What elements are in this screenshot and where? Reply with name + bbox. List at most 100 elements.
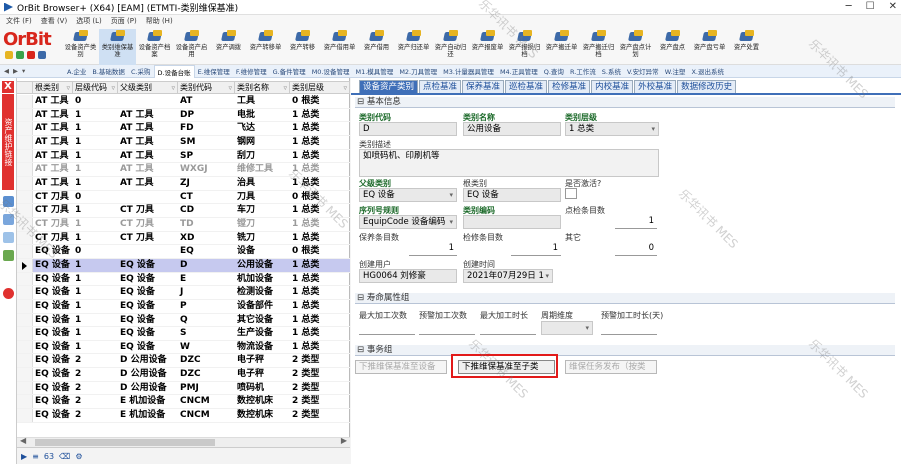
inspection-items-field[interactable]: 1 <box>511 242 561 256</box>
row-indicator[interactable] <box>17 299 33 313</box>
table-row[interactable]: EQ 设备 1 EQ 设备 P 设备部件 1 总类 <box>17 299 350 314</box>
category-level-select[interactable]: 1 总类 ▾ <box>565 122 659 136</box>
category-coding-field[interactable] <box>463 215 561 229</box>
description-field[interactable]: 如喷码机、印刷机等 <box>359 149 659 177</box>
toolbar-item-11[interactable]: 资产报废单 <box>469 29 506 65</box>
module-tab-9[interactable]: M2.刀具管理 <box>396 65 440 78</box>
filter-icon[interactable] <box>3 214 14 225</box>
horizontal-scrollbar[interactable]: ◀ ▶ <box>17 436 350 447</box>
toolbar-item-18[interactable]: 资产处置 <box>728 29 765 65</box>
module-tab-7[interactable]: M0.设备管理 <box>309 65 353 78</box>
group-basic-info[interactable]: ⊟ 基本信息 <box>355 97 895 108</box>
table-row[interactable]: AT 工具 1 AT 工具 SP 刮刀 1 总类 <box>17 149 350 164</box>
toolbar-item-7[interactable]: 资产借用单 <box>321 29 358 65</box>
export-icon[interactable] <box>3 232 14 243</box>
module-tab-1[interactable]: B.基础数据 <box>89 65 128 78</box>
toolbar-item-4[interactable]: 资产调拨 <box>210 29 247 65</box>
table-row[interactable]: AT 工具 0 AT 工具 0 根类 <box>17 95 350 109</box>
row-indicator[interactable] <box>17 135 33 149</box>
row-indicator[interactable] <box>17 122 33 135</box>
root-category-field[interactable]: EQ 设备 <box>463 188 561 202</box>
toolbar-item-0[interactable]: 设备资产类别 <box>62 29 99 65</box>
module-tab-14[interactable]: S.系统 <box>599 65 624 78</box>
toolbar-item-2[interactable]: 设备资产档案 <box>136 29 173 65</box>
group-actions[interactable]: ⊟ 事务组 <box>355 345 895 356</box>
row-indicator[interactable] <box>17 204 33 217</box>
table-row[interactable]: EQ 设备 1 EQ 设备 Q 其它设备 1 总类 <box>17 313 350 328</box>
created-time-field[interactable]: 2021年07月29日 1 ▾ <box>463 269 553 283</box>
toolbar-item-3[interactable]: 设备资产启用 <box>173 29 210 65</box>
first-record-icon[interactable]: ▶ <box>21 452 27 461</box>
refresh-icon[interactable] <box>3 196 14 207</box>
module-tab-8[interactable]: M1.模具管理 <box>353 65 397 78</box>
row-indicator[interactable] <box>17 313 33 327</box>
minimize-button[interactable]: ─ <box>846 1 852 12</box>
close-window-button[interactable]: ✕ <box>889 1 897 12</box>
toolbar-item-13[interactable]: 资产搬迁单 <box>543 29 580 65</box>
module-tab-10[interactable]: M3.计量器具管理 <box>440 65 497 78</box>
seq-rule-select[interactable]: EquipCode 设备编码 ▾ <box>359 215 457 229</box>
row-indicator[interactable] <box>17 340 33 354</box>
menu-help[interactable]: 帮助 (H) <box>146 16 173 26</box>
category-code-field[interactable]: D <box>359 122 457 136</box>
warn-time-field[interactable] <box>601 321 657 335</box>
table-row[interactable]: EQ 设备 1 EQ 设备 E 机加设备 1 总类 <box>17 272 350 287</box>
stop-icon[interactable] <box>27 51 35 59</box>
period-select[interactable]: ▾ <box>541 321 593 335</box>
scroll-right-icon[interactable]: ▶ <box>341 436 347 445</box>
menu-options[interactable]: 选项 (L) <box>76 16 102 26</box>
power-icon[interactable] <box>3 288 14 299</box>
table-row[interactable]: EQ 设备 1 EQ 设备 D 公用设备 1 总类 <box>17 258 350 273</box>
max-time-field[interactable] <box>480 321 536 335</box>
row-indicator[interactable] <box>17 163 33 176</box>
module-tab-12[interactable]: Q.查询 <box>541 65 567 78</box>
row-indicator[interactable] <box>17 258 33 272</box>
row-indicator[interactable] <box>17 190 33 204</box>
warn-count-field[interactable] <box>419 321 475 335</box>
table-row[interactable]: EQ 设备 2 D 公用设备 DZC 电子秤 2 类型 <box>17 354 350 369</box>
settings-icon[interactable]: ⚙ <box>75 452 82 461</box>
detail-tab-5[interactable]: 内校基准 <box>591 80 634 93</box>
module-menu-icon[interactable]: ▾ <box>22 67 25 75</box>
module-tab-15[interactable]: V.安灯异常 <box>624 65 662 78</box>
table-row[interactable]: EQ 设备 1 EQ 设备 S 生产设备 1 总类 <box>17 327 350 341</box>
table-row[interactable]: EQ 设备 2 D 公用设备 DZC 电子秤 2 类型 <box>17 368 350 382</box>
home-icon[interactable] <box>38 51 46 59</box>
parent-category-select[interactable]: EQ 设备 ▾ <box>359 188 457 202</box>
collapse-icon[interactable]: ≡ <box>32 452 39 461</box>
col-parent-category[interactable]: 父级类别 ▿ <box>118 82 178 94</box>
col-category-code[interactable]: 类别代码 ▿ <box>178 82 235 94</box>
scroll-thumb[interactable] <box>35 439 215 446</box>
row-indicator[interactable] <box>17 368 33 381</box>
module-tab-4[interactable]: E.维保管理 <box>195 65 233 78</box>
back-icon[interactable] <box>5 51 13 59</box>
note-icon[interactable] <box>3 250 14 261</box>
detail-tab-7[interactable]: 数据修改历史 <box>677 80 737 93</box>
module-tab-5[interactable]: F.维修管理 <box>233 65 270 78</box>
toolbar-item-9[interactable]: 资产归还单 <box>395 29 432 65</box>
detail-tab-2[interactable]: 保养基准 <box>462 80 505 93</box>
row-indicator[interactable] <box>17 231 33 245</box>
table-row[interactable]: EQ 设备 1 EQ 设备 W 物流设备 1 总类 <box>17 340 350 355</box>
row-indicator[interactable] <box>17 95 33 108</box>
close-panel-icon[interactable]: X <box>2 81 14 93</box>
col-category-level[interactable]: 类别层级 ▿ <box>290 82 350 94</box>
table-row[interactable]: EQ 设备 2 E 机加设备 CNCM 数控机床 2 类型 <box>17 395 350 410</box>
table-row[interactable]: CT 刀具 1 CT 刀具 CD 车刀 1 总类 <box>17 204 350 218</box>
spot-items-field[interactable]: 1 <box>615 215 657 229</box>
module-tab-2[interactable]: C.采购 <box>128 65 154 78</box>
module-tab-6[interactable]: G.备件管理 <box>270 65 309 78</box>
maximize-button[interactable]: ☐ <box>866 1 875 12</box>
row-indicator[interactable] <box>17 272 33 286</box>
toolbar-item-10[interactable]: 资产自动归还 <box>432 29 469 65</box>
created-by-field[interactable]: HG0064 刘修豪 <box>359 269 457 283</box>
toolbar-item-8[interactable]: 资产借用 <box>358 29 395 65</box>
scroll-left-icon[interactable]: ◀ <box>20 436 26 445</box>
table-row[interactable]: AT 工具 1 AT 工具 WXGJ 维修工具 1 总类 <box>17 163 350 177</box>
category-name-field[interactable]: 公用设备 <box>463 122 561 136</box>
toolbar-item-12[interactable]: 资产报损归档 <box>506 29 543 65</box>
row-indicator[interactable] <box>17 286 33 299</box>
detail-tab-6[interactable]: 外校基准 <box>634 80 677 93</box>
detail-tab-4[interactable]: 检修基准 <box>548 80 591 93</box>
module-tab-16[interactable]: W.注塑 <box>662 65 689 78</box>
